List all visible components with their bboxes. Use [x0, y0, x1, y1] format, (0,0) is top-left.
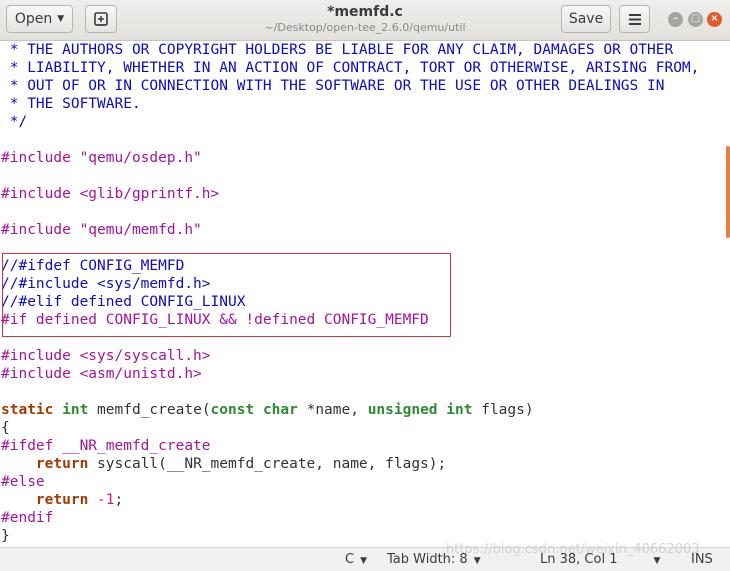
code-line: * LIABILITY, WHETHER IN AN ACTION OF CON… [1, 60, 700, 76]
file-path: ~/Desktop/open-tee_2.6.0/qemu/util [264, 21, 466, 34]
code-line: return -1; [1, 491, 123, 509]
type-token: char [262, 402, 298, 418]
file-title: *memfd.c [327, 4, 403, 20]
code-line: { [1, 420, 10, 436]
number-token: -1 [88, 492, 115, 508]
language-selector[interactable]: C ▼ [345, 552, 367, 567]
code-token: syscall(__NR_memfd_create, name, flags); [88, 456, 447, 472]
type-token: int [446, 402, 473, 418]
code-token: *name, [297, 402, 368, 418]
keyword-token: return [35, 492, 89, 508]
code-line: #else [1, 474, 45, 490]
new-document-icon [94, 12, 108, 26]
open-button[interactable]: Open ▼ [6, 5, 73, 33]
cursor-position-selector[interactable]: Ln 38, Col 1 ▼ [540, 552, 660, 567]
code-line: #ifdef __NR_memfd_create [1, 438, 211, 454]
code-token: ; [114, 492, 124, 508]
code-line: #include <glib/gprintf.h> [1, 186, 220, 202]
insert-mode-indicator[interactable]: INS [691, 552, 713, 567]
code-line: #include "qemu/osdep.h" [1, 150, 202, 166]
chevron-down-icon: ▼ [360, 556, 367, 566]
maximize-icon[interactable]: □ [688, 12, 703, 27]
code-line: #include "qemu/memfd.h" [1, 222, 202, 238]
hamburger-menu-icon [628, 13, 641, 25]
chevron-down-icon: ▼ [473, 556, 481, 566]
code-line: #endif [1, 510, 54, 526]
new-document-button[interactable] [85, 5, 117, 33]
code-line: * THE AUTHORS OR COPYRIGHT HOLDERS BE LI… [1, 42, 674, 58]
code-editor[interactable]: * THE AUTHORS OR COPYRIGHT HOLDERS BE LI… [0, 41, 730, 547]
code-line: return syscall(__NR_memfd_create, name, … [1, 455, 446, 473]
type-token: int [62, 402, 89, 418]
chevron-down-icon: ▼ [653, 556, 661, 566]
code-line: */ [1, 114, 28, 130]
close-icon[interactable]: × [707, 12, 722, 27]
chevron-down-icon: ▼ [57, 14, 65, 24]
code-line: * OUT OF OR IN CONNECTION WITH THE SOFTW… [1, 78, 665, 94]
keyword-token: return [35, 456, 89, 472]
code-line: #include <asm/unistd.h> [1, 366, 202, 382]
language-label: C [345, 552, 355, 567]
code-token: flags) [472, 402, 534, 418]
tab-width-selector[interactable]: Tab Width: 8 ▼ [387, 552, 481, 567]
header-bar: Open ▼ *memfd.c ~/Desktop/open-tee_2.6.0… [0, 0, 730, 41]
scrollbar[interactable] [726, 146, 730, 238]
code-line: #include <sys/syscall.h> [1, 348, 211, 364]
minimize-icon[interactable]: – [668, 12, 683, 27]
type-token: const [210, 402, 255, 418]
code-token: memfd_create( [88, 402, 211, 418]
window-title: *memfd.c ~/Desktop/open-tee_2.6.0/qemu/u… [200, 4, 530, 35]
highlight-box [2, 253, 451, 337]
code-line: } [1, 528, 10, 544]
code-line: static int memfd_create(const char *name… [1, 401, 534, 419]
menu-button[interactable] [619, 5, 650, 33]
tab-width-label: Tab Width: 8 [387, 552, 468, 567]
code-line: * THE SOFTWARE. [1, 96, 141, 112]
type-token: unsigned [367, 402, 438, 418]
open-button-label: Open [14, 11, 53, 27]
keyword-token: static [1, 402, 54, 418]
status-bar: https://blog.csdn.net/weixin_40662003 C ▼… [0, 542, 730, 571]
save-button[interactable]: Save [561, 5, 611, 33]
cursor-position-label: Ln 38, Col 1 [540, 552, 618, 567]
